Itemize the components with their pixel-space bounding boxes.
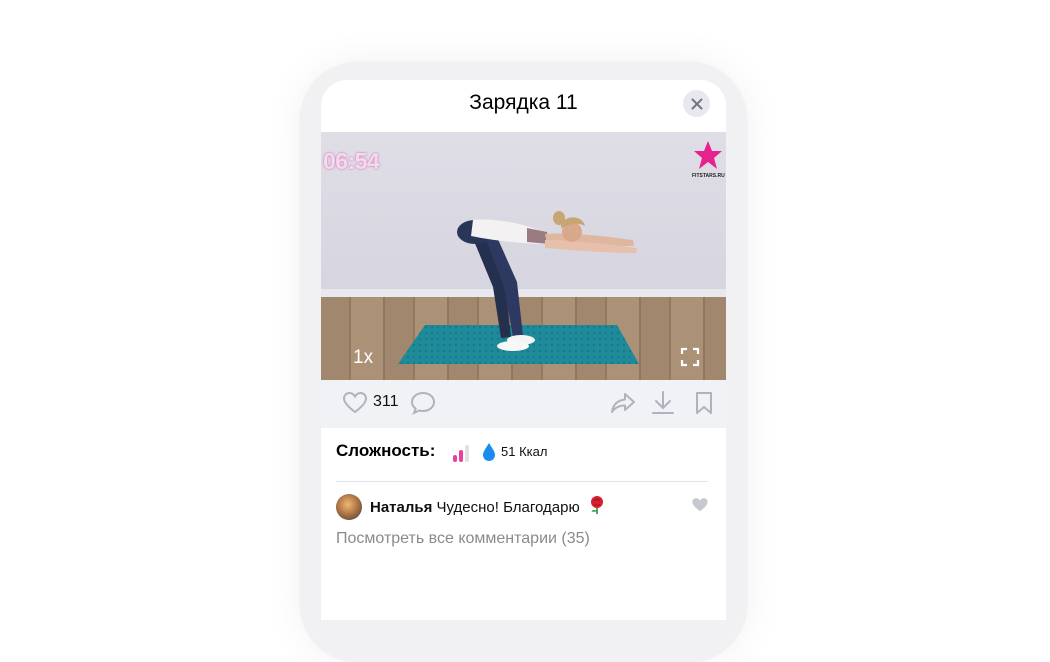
comment-author[interactable]: Наталья [370,499,432,516]
difficulty-row: Сложность: 51 Ккал [336,440,716,470]
video-timer: 06:54 [323,148,380,174]
action-bar: 311 [321,380,726,428]
likes-count: 311 [373,393,399,410]
bookmark-icon[interactable] [693,390,715,416]
logo-text: FITSTARS.RU [692,173,725,179]
difficulty-bar-3 [465,445,469,462]
comment-body: Чудесно! Благодарю [436,499,580,516]
heart-icon[interactable] [342,390,368,416]
difficulty-bar-2 [459,450,463,462]
comment-like-icon[interactable] [691,496,709,514]
close-icon [691,98,702,109]
download-icon[interactable] [650,389,676,417]
exerciser-figure [398,211,639,364]
fitstars-logo: FITSTARS.RU [692,140,725,180]
close-button[interactable] [683,90,710,117]
comment-text: Наталья Чудесно! Благодарю [370,495,606,516]
star-logo-icon [694,141,722,169]
rose-icon [590,496,603,514]
share-icon[interactable] [610,390,636,416]
difficulty-label: Сложность: [336,441,436,460]
modal-title: Зарядка 11 [469,91,578,114]
difficulty-bar-1 [453,455,457,462]
playback-speed-button[interactable]: 1x [353,347,373,369]
fullscreen-icon [680,347,700,367]
divider [336,481,708,482]
calories-value: 51 Ккал [501,444,548,459]
difficulty-bars [453,444,473,462]
fullscreen-button[interactable] [680,347,700,372]
view-all-comments-link[interactable]: Посмотреть все комментарии (35) [336,530,590,548]
video-player[interactable]: 06:54 FITSTARS.RU 1x [321,132,726,380]
comment-item: Наталья Чудесно! Благодарю [336,492,711,522]
calorie-drop-icon [483,443,495,461]
avatar[interactable] [336,494,362,520]
workout-modal: Зарядка 11 06:54 FITSTARS.RU 1x 311 Слож… [321,80,726,620]
comment-icon[interactable] [410,390,436,416]
